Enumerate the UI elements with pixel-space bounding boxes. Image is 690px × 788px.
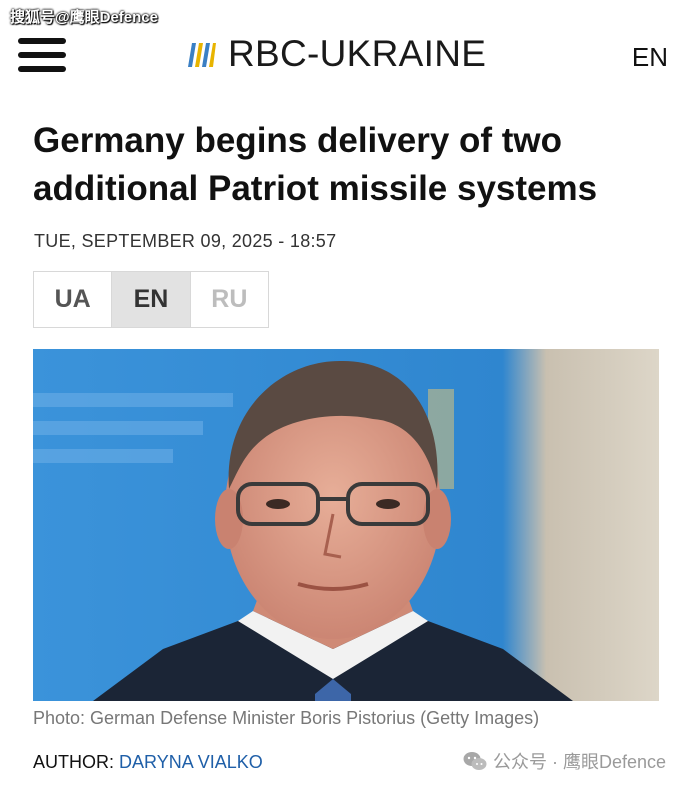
language-selector[interactable]: EN (632, 42, 668, 73)
watermark-bottom-text: 公众号 · 鹰眼Defence (492, 752, 666, 772)
article-title: Germany begins delivery of two additiona… (33, 121, 598, 208)
author-name-link[interactable]: DARYNA VIALKO (119, 752, 263, 772)
site-logo[interactable]: RBC-UKRAINE (186, 33, 487, 74)
article-date: TUE, SEPTEMBER 09, 2025 - 18:57 (34, 231, 337, 251)
lang-option-ua[interactable]: UA (34, 272, 113, 327)
lang-option-ru[interactable]: RU (191, 272, 268, 327)
hamburger-menu-icon[interactable] (18, 38, 66, 72)
article-author: AUTHOR: DARYNA VIALKO (33, 752, 263, 773)
author-label: AUTHOR: (33, 752, 114, 772)
photo-caption: Photo: German Defense Minister Boris Pis… (33, 708, 540, 728)
article-photo (33, 349, 659, 701)
logo-text: RBC-UKRAINE (228, 33, 487, 74)
watermark-top: 搜狐号@鹰眼Defence (10, 9, 158, 26)
site-header: RBC-UKRAINE EN (0, 30, 690, 80)
rbc-logo-icon (188, 43, 216, 67)
watermark-bottom: 公众号 · 鹰眼Defence (463, 748, 666, 774)
wechat-icon (463, 752, 487, 770)
lang-option-en[interactable]: EN (112, 272, 191, 327)
language-switcher: UA EN RU (33, 271, 269, 328)
